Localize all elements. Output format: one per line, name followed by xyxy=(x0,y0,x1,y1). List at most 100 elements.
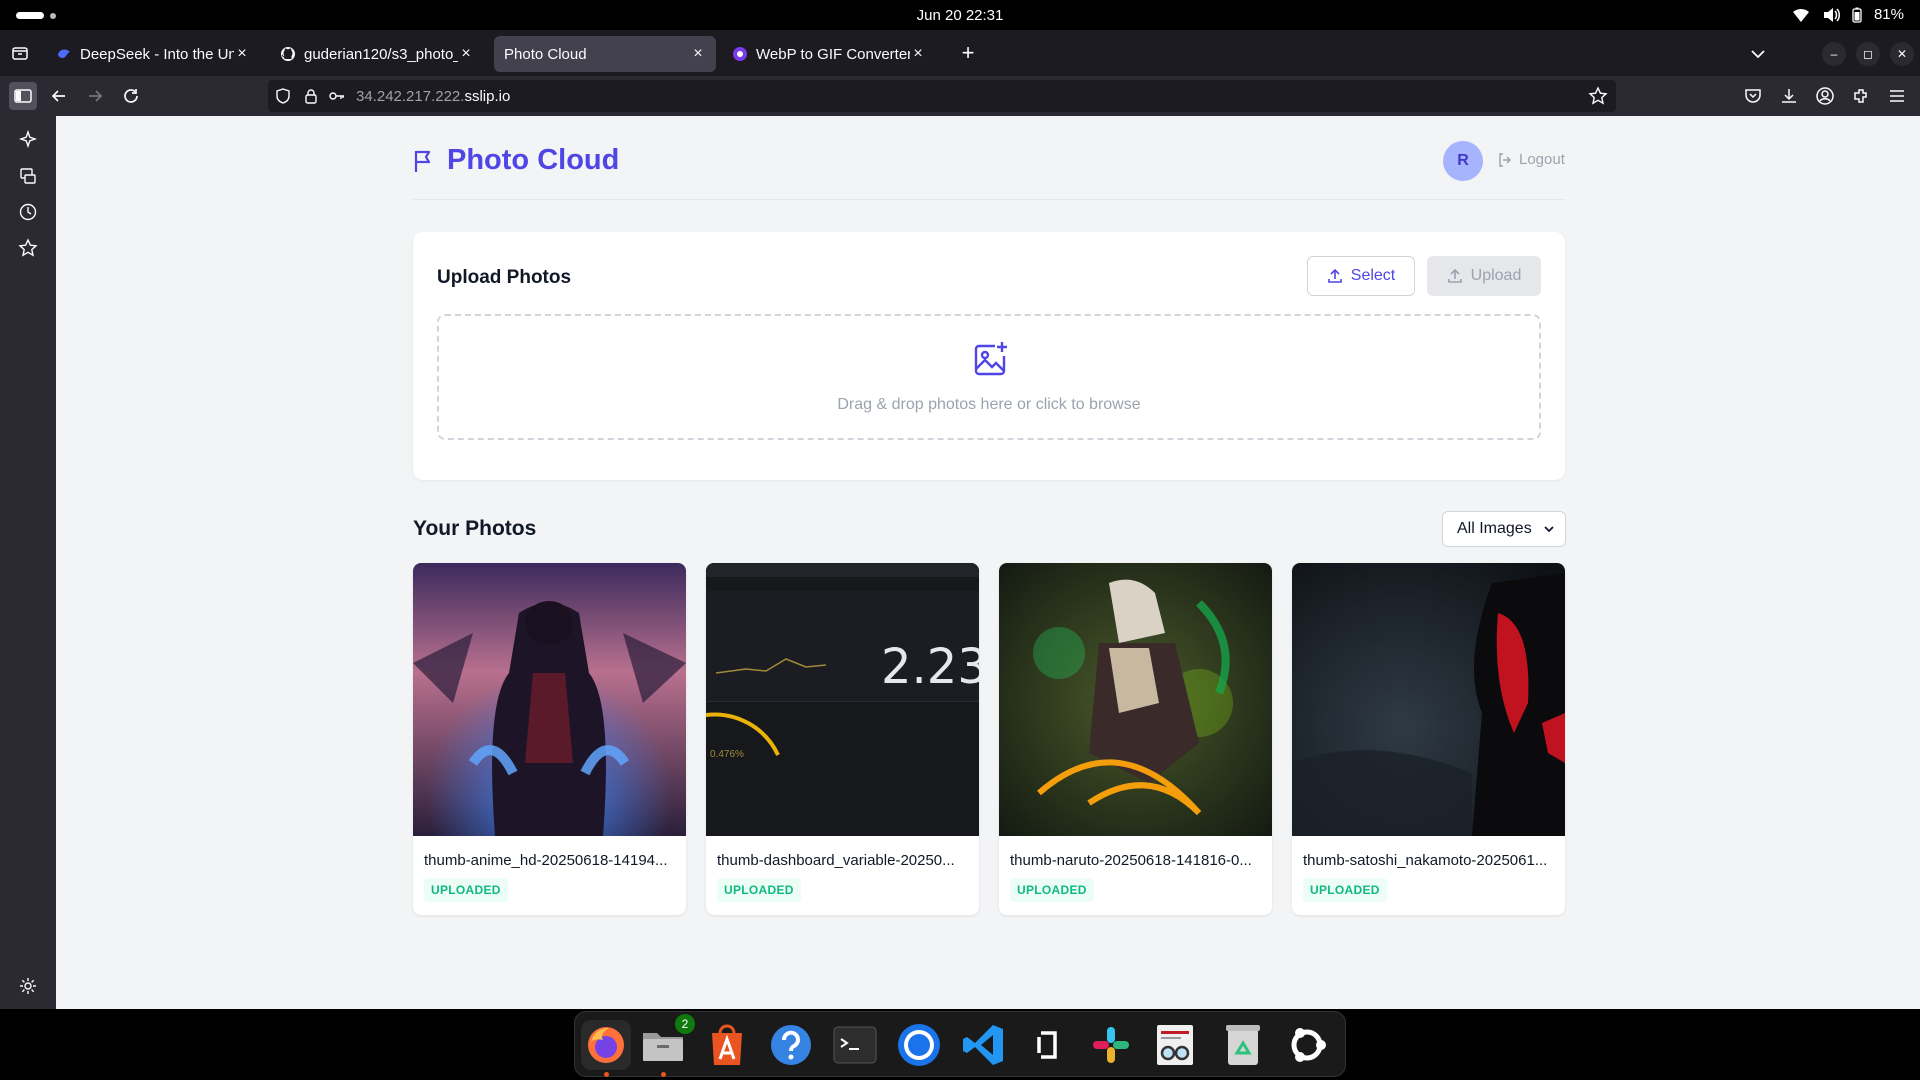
chromium-icon xyxy=(898,1024,940,1066)
dock-firefox[interactable] xyxy=(581,1020,631,1070)
system-clock[interactable]: Jun 20 22:31 xyxy=(0,7,1920,24)
tab-close-icon[interactable]: × xyxy=(910,45,926,63)
help-question-icon xyxy=(771,1025,811,1065)
photo-card[interactable]: thumb-satoshi_nakamoto-2025061... UPLOAD… xyxy=(1292,563,1565,915)
dock-show-apps[interactable] xyxy=(1282,1020,1332,1070)
dock-help[interactable] xyxy=(766,1020,816,1070)
status-badge: UPLOADED xyxy=(717,878,801,902)
dock-vscode[interactable] xyxy=(958,1020,1008,1070)
download-icon[interactable] xyxy=(1779,86,1799,106)
pocket-icon[interactable] xyxy=(1743,86,1763,106)
photo-filename: thumb-anime_hd-20250618-14194... xyxy=(424,852,668,869)
photo-card[interactable]: thumb-anime_hd-20250618-14194... UPLOADE… xyxy=(413,563,686,915)
photo-filename: thumb-naruto-20250618-141816-0... xyxy=(1010,852,1252,869)
upload-icon xyxy=(1327,268,1342,283)
dashboard-big-number: 2.23 xyxy=(881,639,979,695)
image-add-icon xyxy=(974,342,1007,376)
minimize-button[interactable]: – xyxy=(1822,42,1846,66)
chevron-down-icon[interactable] xyxy=(1748,44,1768,64)
photo-filename: thumb-satoshi_nakamoto-2025061... xyxy=(1303,852,1548,869)
forward-button[interactable] xyxy=(81,82,109,110)
synced-tabs-icon[interactable] xyxy=(18,166,38,186)
naruto-thumbnail-art xyxy=(999,563,1272,836)
running-indicator xyxy=(661,1072,666,1077)
upload-button[interactable]: Upload xyxy=(1427,256,1541,296)
tab-photo-cloud[interactable]: Photo Cloud × xyxy=(494,36,716,72)
maximize-button[interactable]: ◻ xyxy=(1856,42,1880,66)
satoshi-thumbnail-art xyxy=(1292,563,1565,836)
tab-close-icon[interactable]: × xyxy=(690,45,706,63)
tab-title: guderian120/s3_photo_sl xyxy=(304,45,458,63)
dock-terminal[interactable] xyxy=(830,1020,880,1070)
dock-trash[interactable] xyxy=(1218,1020,1268,1070)
sidebar-icon xyxy=(14,89,32,103)
app-title: Photo Cloud xyxy=(447,144,620,176)
github-favicon-icon xyxy=(281,47,295,61)
image-filter-select[interactable]: All Images xyxy=(1442,511,1566,547)
terminal-icon xyxy=(833,1026,877,1064)
anime-thumbnail-art xyxy=(413,563,686,836)
trash-recycle-icon xyxy=(1226,1025,1260,1065)
lock-icon[interactable] xyxy=(302,87,320,105)
dock-cursor-app[interactable] xyxy=(1022,1020,1072,1070)
browser-tab-strip: DeepSeek - Into the Unkn × guderian120/s… xyxy=(0,30,1920,76)
new-tab-button[interactable]: + xyxy=(954,40,982,68)
close-window-button[interactable]: ✕ xyxy=(1890,42,1914,66)
dock-slack[interactable] xyxy=(1086,1020,1136,1070)
tab-deepseek[interactable]: DeepSeek - Into the Unkn × xyxy=(46,36,260,72)
avatar[interactable]: R xyxy=(1443,141,1483,181)
photo-thumbnail[interactable]: 2.23 0.476% xyxy=(706,563,979,836)
dock-chromium[interactable] xyxy=(894,1020,944,1070)
dock: 2 xyxy=(574,1011,1346,1077)
vscode-icon xyxy=(963,1025,1003,1065)
page-viewport: Photo Cloud R Logout Upload Photos Selec… xyxy=(56,116,1920,1009)
photo-thumbnail[interactable] xyxy=(413,563,686,836)
photo-thumbnail[interactable] xyxy=(1292,563,1565,836)
bookmarks-star-icon[interactable] xyxy=(18,238,38,258)
system-top-bar: Jun 20 22:31 81% xyxy=(0,0,1920,30)
photo-card[interactable]: thumb-naruto-20250618-141816-0... UPLOAD… xyxy=(999,563,1272,915)
tab-close-icon[interactable]: × xyxy=(458,45,474,63)
key-icon[interactable] xyxy=(328,87,346,105)
photo-thumbnail[interactable] xyxy=(999,563,1272,836)
firefox-view-icon[interactable] xyxy=(10,43,30,63)
reload-button[interactable] xyxy=(117,82,145,110)
history-clock-icon[interactable] xyxy=(18,202,38,222)
logout-button[interactable]: Logout xyxy=(1497,151,1565,168)
browser-sidebar xyxy=(0,116,56,1009)
app-brand[interactable]: Photo Cloud xyxy=(413,144,619,177)
extensions-icon[interactable] xyxy=(1851,86,1871,106)
status-badge: UPLOADED xyxy=(1010,878,1094,902)
logout-icon xyxy=(1499,152,1512,167)
photo-card[interactable]: 2.23 0.476% thumb-dashboard_variable-202… xyxy=(706,563,979,915)
system-tray[interactable]: 81% xyxy=(1792,6,1904,23)
slack-icon xyxy=(1093,1027,1129,1063)
url-bar[interactable]: 34.242.217.222.sslip.io xyxy=(268,80,1616,112)
url-text[interactable]: 34.242.217.222.sslip.io xyxy=(356,88,510,105)
tab-title: DeepSeek - Into the Unkn xyxy=(80,45,234,63)
filter-selected-value: All Images xyxy=(1457,520,1532,537)
account-icon[interactable] xyxy=(1815,86,1835,106)
menu-icon[interactable] xyxy=(1887,86,1907,106)
tab-webp-converter[interactable]: WebP to GIF Converter - F × xyxy=(722,36,936,72)
select-button[interactable]: Select xyxy=(1307,256,1415,296)
bookmark-star-icon[interactable] xyxy=(1588,86,1608,106)
settings-gear-icon[interactable] xyxy=(18,976,38,996)
running-indicator xyxy=(604,1072,609,1077)
volume-icon xyxy=(1823,7,1840,22)
dashboard-thumbnail-art xyxy=(706,563,979,836)
sidebar-toggle-button[interactable] xyxy=(9,82,37,110)
dock-app-center[interactable] xyxy=(702,1020,752,1070)
dropzone-text: Drag & drop photos here or click to brow… xyxy=(837,396,1141,413)
browser-nav-bar: 34.242.217.222.sslip.io xyxy=(0,76,1920,116)
shield-icon[interactable] xyxy=(274,87,292,105)
tab-github[interactable]: guderian120/s3_photo_sl × xyxy=(270,36,484,72)
gallery-title: Your Photos xyxy=(413,517,537,540)
back-button[interactable] xyxy=(45,82,73,110)
tab-close-icon[interactable]: × xyxy=(234,45,250,63)
app-center-icon xyxy=(712,1024,742,1065)
dock-document-viewer[interactable] xyxy=(1150,1020,1200,1070)
dropzone[interactable]: Drag & drop photos here or click to brow… xyxy=(437,314,1541,440)
ai-sparkle-icon[interactable] xyxy=(18,130,38,150)
battery-percent: 81% xyxy=(1873,6,1904,23)
